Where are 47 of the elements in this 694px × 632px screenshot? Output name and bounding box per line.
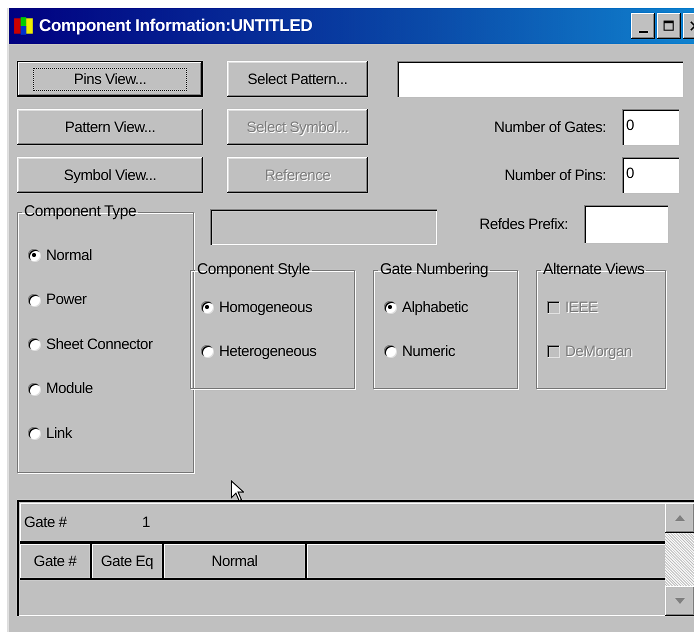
- vertical-scrollbar[interactable]: [665, 503, 694, 616]
- radio-label[interactable]: Normal: [46, 246, 92, 264]
- radio-button[interactable]: [28, 294, 40, 306]
- up-arrow-icon: [675, 515, 685, 521]
- radio-label[interactable]: Heterogeneous: [219, 342, 316, 360]
- group-title: Gate Numbering: [379, 261, 490, 279]
- column-header[interactable]: Gate #: [20, 544, 92, 578]
- down-arrow-icon: [675, 598, 685, 604]
- push-button[interactable]: Pattern View...: [17, 109, 203, 145]
- radio-label[interactable]: Numeric: [402, 342, 456, 360]
- minimize-button[interactable]: [631, 13, 655, 39]
- radio-label[interactable]: Power: [46, 291, 87, 308]
- column-header[interactable]: Gate Eq: [92, 544, 164, 578]
- maximize-button[interactable]: [657, 13, 681, 39]
- radio-button[interactable]: [28, 382, 40, 395]
- radio-button[interactable]: [28, 338, 40, 350]
- input-field[interactable]: [584, 205, 668, 243]
- group-title: Alternate Views: [542, 261, 646, 279]
- radio-label[interactable]: Link: [46, 424, 72, 442]
- push-button[interactable]: Pins View...: [17, 61, 203, 97]
- radio-button[interactable]: [384, 345, 396, 357]
- gate-number-value: 1: [142, 514, 150, 530]
- push-button[interactable]: Symbol View...: [17, 157, 203, 193]
- maximize-icon: [662, 19, 676, 33]
- field-label: Number of Pins:: [504, 166, 606, 184]
- radio-button[interactable]: [384, 301, 396, 313]
- radio-label[interactable]: Sheet Connector: [46, 336, 153, 353]
- app-icon: [13, 15, 35, 37]
- pattern-field[interactable]: [397, 61, 683, 97]
- radio-label[interactable]: Alphabetic: [402, 298, 468, 316]
- group-title: Component Type: [23, 203, 138, 221]
- minimize-icon: [638, 31, 648, 33]
- field-label: Refdes Prefix:: [479, 216, 568, 232]
- input-field[interactable]: 0: [622, 109, 679, 145]
- radio-button[interactable]: [28, 249, 40, 262]
- window-title: Component Information:UNTITLED: [39, 16, 314, 36]
- radio-label[interactable]: Homogeneous: [219, 298, 312, 316]
- group-title: Component Style: [196, 261, 311, 279]
- gate-number-label: Gate #: [24, 514, 68, 530]
- input-field[interactable]: 0: [622, 157, 679, 193]
- push-button[interactable]: Select Pattern...: [227, 61, 368, 97]
- radio-button[interactable]: [201, 345, 213, 357]
- radio-button[interactable]: [201, 301, 213, 313]
- field-label: Number of Gates:: [494, 118, 606, 136]
- radio-label[interactable]: Module: [46, 380, 93, 398]
- column-header[interactable]: Normal: [164, 544, 307, 578]
- radio-button[interactable]: [28, 427, 40, 440]
